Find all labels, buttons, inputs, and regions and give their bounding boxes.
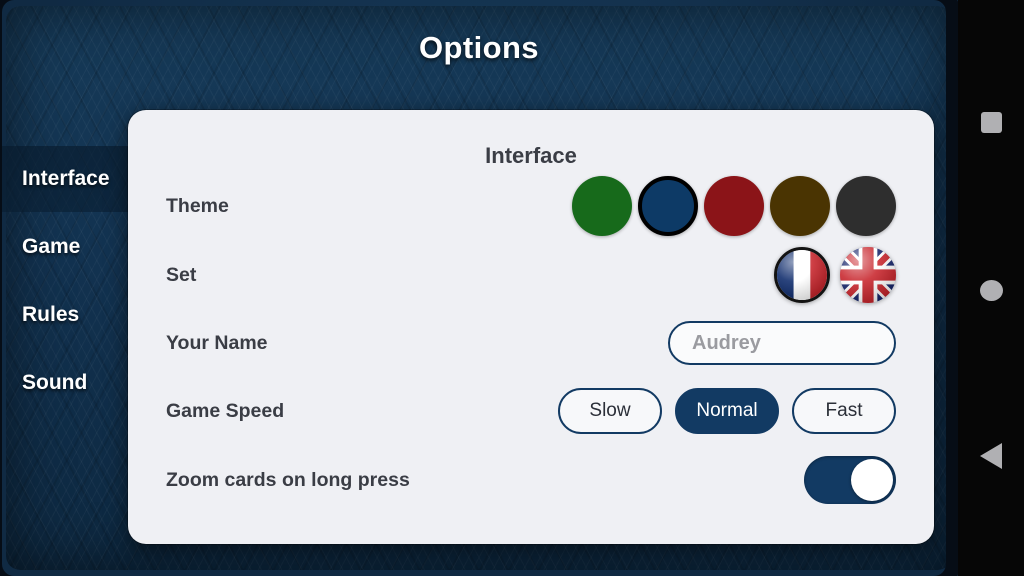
game-speed-option-fast[interactable]: Fast bbox=[792, 388, 896, 434]
back-icon bbox=[980, 443, 1002, 469]
page-title: Options bbox=[419, 30, 539, 65]
sidebar-item-interface[interactable]: Interface bbox=[0, 146, 130, 212]
recents-icon bbox=[980, 111, 1002, 133]
sidebar-item-sound[interactable]: Sound bbox=[0, 350, 130, 416]
home-icon bbox=[979, 279, 1003, 301]
sidebar-item-rules[interactable]: Rules bbox=[0, 282, 130, 348]
zoom-cards-control bbox=[804, 456, 896, 504]
theme-label: Theme bbox=[166, 194, 229, 217]
options-panel: Interface Theme Set Your Name Audrey Gam… bbox=[128, 110, 934, 544]
zoom-cards-label: Zoom cards on long press bbox=[166, 468, 410, 491]
set-flag-group bbox=[764, 247, 896, 303]
sidebar-item-label: Rules bbox=[22, 303, 80, 326]
home-button[interactable] bbox=[958, 272, 1024, 308]
sidebar-item-label: Sound bbox=[22, 371, 88, 394]
row-set: Set bbox=[128, 241, 934, 309]
app-viewport: Options Interface Game Rules Sound Inter… bbox=[0, 0, 958, 576]
recents-button[interactable] bbox=[958, 104, 1024, 140]
theme-swatch-gray[interactable] bbox=[836, 176, 896, 236]
game-speed-option-normal[interactable]: Normal bbox=[675, 388, 779, 434]
sidebar: Interface Game Rules Sound bbox=[0, 110, 130, 544]
your-name-label: Your Name bbox=[166, 331, 268, 354]
theme-swatch-group bbox=[566, 176, 896, 236]
set-label: Set bbox=[166, 263, 197, 286]
union-jack-flag-icon bbox=[840, 247, 896, 303]
game-speed-group: Slow Normal Fast bbox=[545, 388, 896, 434]
theme-swatch-green[interactable] bbox=[572, 176, 632, 236]
row-your-name: Your Name bbox=[128, 309, 934, 377]
sidebar-item-label: Game bbox=[22, 235, 81, 258]
back-button[interactable] bbox=[958, 438, 1024, 474]
row-theme: Theme bbox=[128, 172, 934, 240]
your-name-input[interactable] bbox=[668, 321, 896, 365]
zoom-cards-toggle[interactable] bbox=[804, 456, 896, 504]
theme-swatch-red[interactable] bbox=[704, 176, 764, 236]
panel-heading: Interface bbox=[485, 143, 577, 168]
row-game-speed: Game Speed Slow Normal Fast bbox=[128, 377, 934, 445]
flag-france-button[interactable] bbox=[774, 247, 830, 303]
screen: Options Interface Game Rules Sound Inter… bbox=[0, 0, 1024, 576]
android-navigation-bar bbox=[958, 0, 1024, 576]
theme-swatch-olive[interactable] bbox=[770, 176, 830, 236]
sidebar-item-label: Interface bbox=[22, 167, 110, 190]
game-speed-option-slow[interactable]: Slow bbox=[558, 388, 662, 434]
row-zoom-cards: Zoom cards on long press bbox=[128, 446, 934, 514]
game-speed-label: Game Speed bbox=[166, 399, 285, 422]
toggle-knob bbox=[851, 459, 893, 501]
theme-swatch-navy[interactable] bbox=[638, 176, 698, 236]
flag-uk-button[interactable] bbox=[840, 247, 896, 303]
france-flag-icon bbox=[777, 250, 827, 300]
sidebar-item-game[interactable]: Game bbox=[0, 214, 130, 280]
your-name-control bbox=[668, 321, 896, 365]
